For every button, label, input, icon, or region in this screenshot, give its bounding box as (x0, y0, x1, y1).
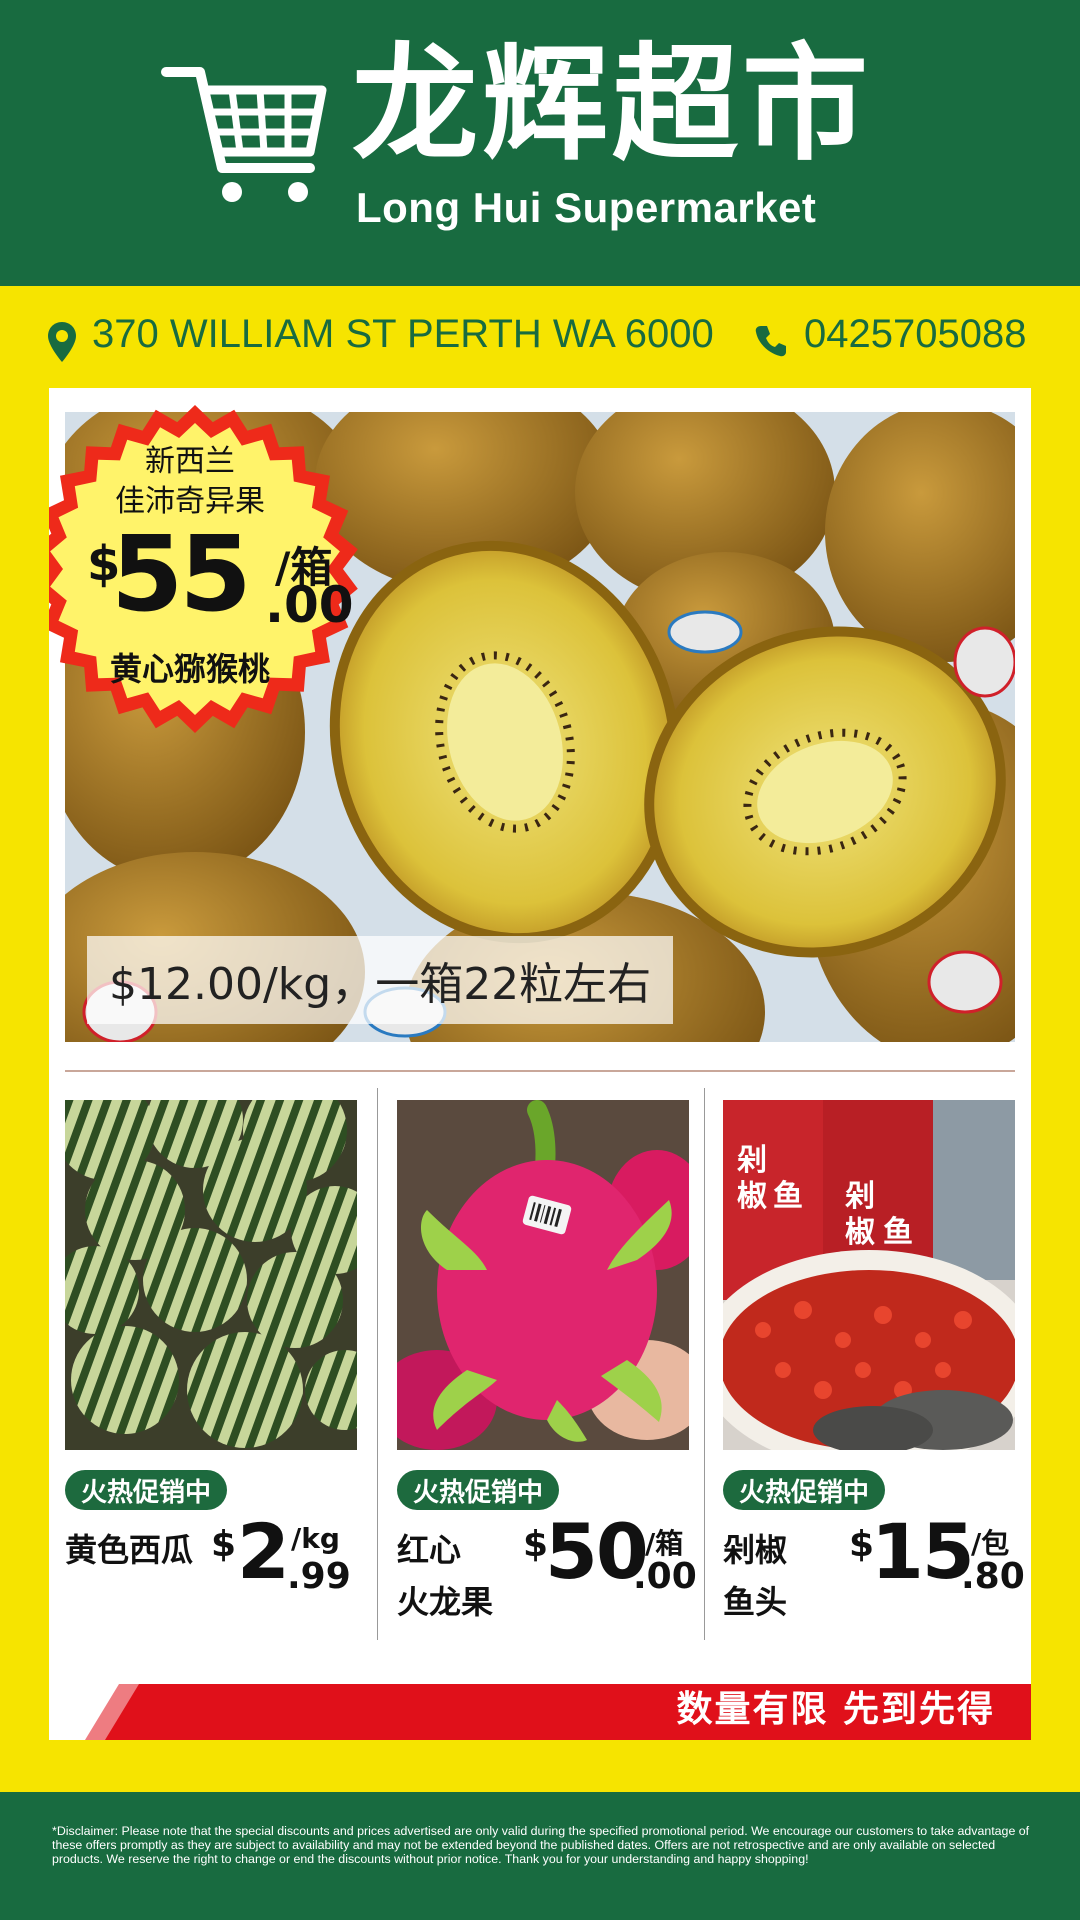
store-address[interactable]: 370 WILLIAM ST PERTH WA 6000 (92, 312, 714, 357)
store-phone[interactable]: 0425705088 (804, 312, 1026, 357)
promo-panel: $12.00/kg，一箱22粒左右 新西兰 佳沛奇异果 $ 55 /箱 .00 … (49, 388, 1031, 1740)
contact-bar: 370 WILLIAM ST PERTH WA 6000 0425705088 (0, 286, 1080, 396)
price-main: 15 (871, 1507, 975, 1596)
product-price: $ 2 /kg .99 (187, 1514, 357, 1604)
product-price: $ 15 /包 .80 (845, 1507, 1025, 1604)
column-divider (377, 1088, 378, 1640)
price-cents: .00 (633, 1556, 697, 1597)
price-main: 2 (237, 1507, 290, 1596)
svg-text:鱼: 鱼 (773, 1179, 803, 1214)
featured-origin: 新西兰 (145, 444, 235, 479)
product-price: $ 50 /箱 .00 (519, 1507, 697, 1604)
hot-sale-badge: 火热促销中 (397, 1470, 560, 1510)
disclaimer-text: *Disclaimer: Please note that the specia… (52, 1824, 1030, 1866)
price-unit: /kg (291, 1522, 340, 1555)
dragon-fruit-photo (397, 1100, 689, 1450)
featured-price-cents: .00 (265, 576, 354, 634)
svg-text:剁: 剁 (737, 1143, 767, 1178)
store-name-chinese: 龙辉超市 (352, 31, 872, 178)
product-name: 黄色西瓜 (65, 1531, 194, 1569)
fish-head-photo: 剁 椒 鱼 剁 椒 鱼 (723, 1100, 1015, 1450)
price-dollar: $ (211, 1524, 237, 1565)
price-cents: .99 (287, 1556, 351, 1597)
svg-text:椒: 椒 (845, 1215, 875, 1250)
svg-text:椒: 椒 (737, 1179, 767, 1214)
location-pin-icon (48, 322, 76, 362)
store-name-english: Long Hui Supermarket (356, 184, 817, 231)
product-name: 剁椒 鱼头 (723, 1531, 788, 1621)
shopping-cart-icon (161, 67, 327, 202)
price-main: 50 (545, 1507, 649, 1596)
featured-title: 黄心猕猴桃 (109, 650, 270, 688)
product-card-dragon-fruit: 火热促销中 红心 火龙果 $ 50 /箱 .00 (397, 1100, 697, 1640)
watermelon-photo (65, 1100, 357, 1450)
product-card-watermelon: 火热促销中 黄色西瓜 $ 2 /kg .99 (65, 1100, 357, 1640)
column-divider (704, 1088, 705, 1640)
kiwifruit-caption: $12.00/kg，一箱22粒左右 (87, 936, 674, 1024)
footer: *Disclaimer: Please note that the specia… (0, 1792, 1080, 1920)
svg-text:鱼: 鱼 (883, 1215, 913, 1250)
hot-sale-badge: 火热促销中 (65, 1470, 228, 1510)
phone-icon (755, 326, 786, 357)
product-card-fish-head: 剁 椒 鱼 剁 椒 鱼 火热促销中 剁椒 鱼头 $ 15 /包 .80 (723, 1100, 1025, 1640)
store-header: 龙辉超市 Long Hui Supermarket (0, 0, 1080, 286)
hot-sale-badge: 火热促销中 (723, 1470, 886, 1510)
featured-price-burst: 新西兰 佳沛奇异果 $ 55 /箱 .00 黄心猕猴桃 (49, 394, 385, 734)
featured-price-main: 55 (111, 513, 252, 635)
svg-text:剁: 剁 (845, 1179, 875, 1214)
price-cents: .80 (961, 1556, 1025, 1597)
featured-price: $ 55 /箱 .00 (87, 522, 354, 634)
product-name: 红心 火龙果 (397, 1531, 494, 1621)
limited-quantity-text: 数量有限 先到先得 (676, 1689, 995, 1730)
section-divider (65, 1070, 1015, 1072)
